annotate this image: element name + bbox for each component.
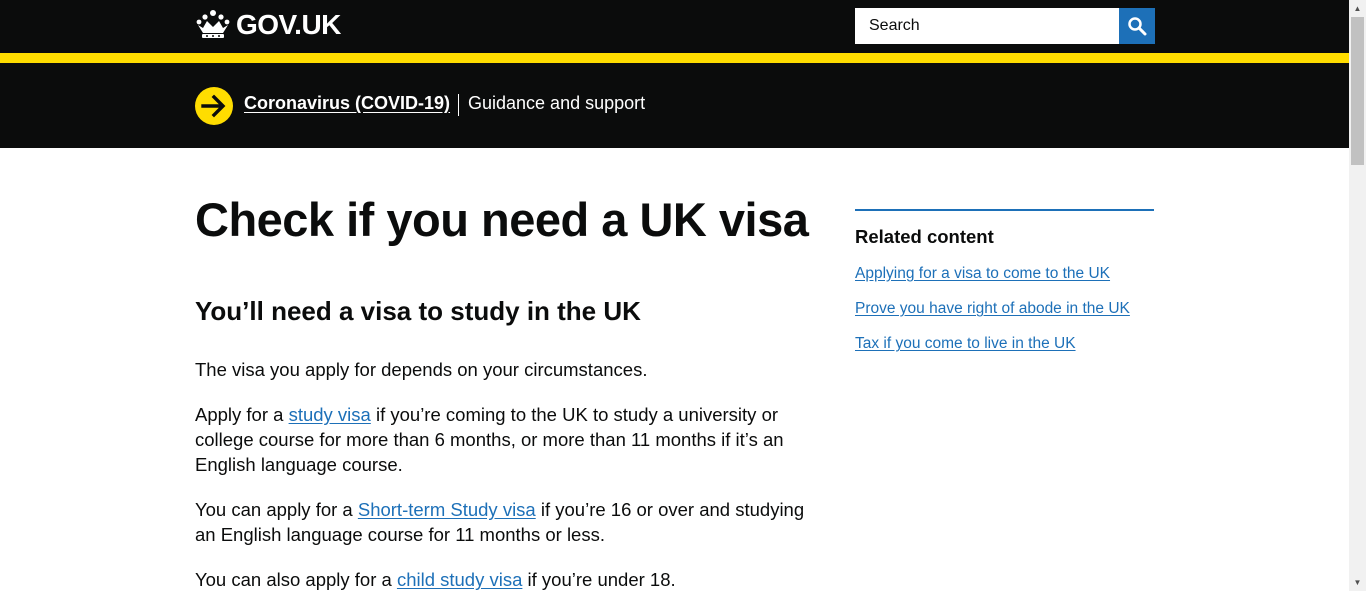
search-input[interactable] [855,8,1119,44]
paragraph-text: You can also apply for a [195,569,397,590]
banner-divider [458,94,459,116]
related-link[interactable]: Tax if you come to live in the UK [855,335,1076,353]
related-link[interactable]: Prove you have right of abode in the UK [855,300,1130,318]
arrow-right-circle-icon [195,87,233,125]
header-accent-stripe [0,53,1349,63]
paragraph: You can apply for a Short-term Study vis… [195,497,825,547]
paragraph: You can also apply for a child study vis… [195,567,825,592]
covid-link[interactable]: Coronavirus (COVID-19) [244,93,450,114]
related-link[interactable]: Applying for a visa to come to the UK [855,265,1110,283]
govuk-logo-link[interactable]: GOV.UK [195,9,341,41]
scroll-down-arrow-icon[interactable]: ▼ [1349,574,1366,591]
scroll-thumb[interactable] [1351,17,1364,165]
child-study-visa-link[interactable]: child study visa [397,569,522,590]
site-header: GOV.UK [0,0,1349,53]
paragraph-text: if you’re under 18. [522,569,676,590]
vertical-scrollbar[interactable]: ▲ ▼ [1349,0,1366,591]
paragraph: The visa you apply for depends on your c… [195,359,648,380]
paragraph: Apply for a study visa if you’re coming … [195,402,825,477]
covid-banner: Coronavirus (COVID-19) Guidance and supp… [0,63,1349,148]
scroll-up-arrow-icon[interactable]: ▲ [1349,0,1366,17]
crown-icon [196,10,230,38]
related-content-heading: Related content [855,226,994,247]
search-button[interactable] [1119,8,1155,44]
related-content-divider [855,209,1154,211]
result-heading: You’ll need a visa to study in the UK [195,296,641,326]
logo-text: GOV.UK [236,9,341,40]
study-visa-link[interactable]: study visa [289,404,371,425]
search-icon [1128,17,1147,36]
covid-guidance-text: Guidance and support [468,93,646,113]
paragraph-text: Apply for a [195,404,289,425]
paragraph-text: You can apply for a [195,499,358,520]
page-title: Check if you need a UK visa [195,193,809,246]
short-term-study-visa-link[interactable]: Short-term Study visa [358,499,536,520]
